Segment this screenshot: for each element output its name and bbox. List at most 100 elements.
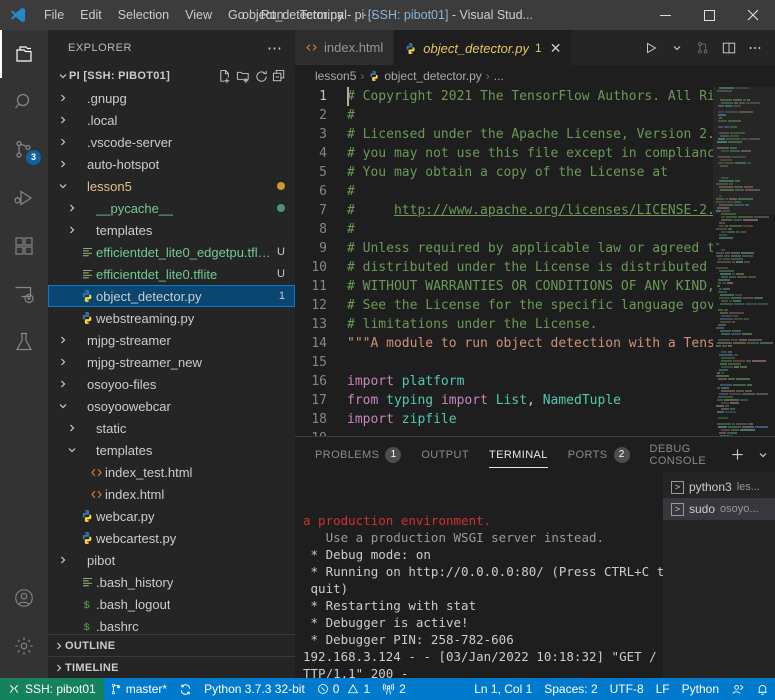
editor-minimap[interactable]	[713, 87, 775, 436]
close-icon[interactable]: ✕	[550, 40, 562, 57]
explorer-actions[interactable]	[218, 69, 295, 84]
code-lines-area[interactable]: 1 # Copyright 2021 The TensorFlow Authors…	[295, 87, 713, 436]
code-line[interactable]: 12 # See the License for the specific lan…	[295, 296, 713, 315]
menu-view[interactable]: View	[177, 0, 220, 30]
code-line[interactable]: 17 from typing import List, NamedTuple	[295, 391, 713, 410]
chevron-right-icon[interactable]	[65, 417, 78, 439]
code-line[interactable]: 2 #	[295, 106, 713, 125]
status-encoding[interactable]: UTF-8	[604, 678, 650, 700]
breadcrumb[interactable]: lesson5 › object_detector.py › ...	[295, 65, 775, 87]
tree-row[interactable]: webcar.py	[48, 505, 295, 527]
editor-tabs[interactable]: index.html object_detector.py 1 ✕	[295, 30, 775, 65]
new-folder-icon[interactable]	[236, 69, 251, 84]
activity-remote-explorer-icon[interactable]	[0, 270, 48, 318]
chevron-right-icon[interactable]	[56, 373, 69, 395]
terminal-output[interactable]: a production environment. Use a producti…	[295, 472, 663, 678]
chevron-down-icon[interactable]	[56, 175, 69, 197]
breadcrumb-item-file[interactable]: object_detector.py	[384, 69, 481, 83]
tree-row[interactable]: index_test.html	[48, 461, 295, 483]
code-line[interactable]: 5 # You may obtain a copy of the License …	[295, 163, 713, 182]
chevron-right-icon[interactable]	[56, 109, 69, 131]
tree-row[interactable]: static	[48, 417, 295, 439]
source-control-icon[interactable]	[691, 36, 715, 60]
chevron-right-icon[interactable]	[52, 635, 65, 657]
status-python-version[interactable]: Python 3.7.3 32-bit	[198, 678, 311, 700]
split-editor-icon[interactable]	[717, 36, 741, 60]
tree-row[interactable]: $ .bash_logout	[48, 593, 295, 615]
status-radio-tower[interactable]: 2	[376, 678, 412, 700]
status-notifications[interactable]	[750, 678, 775, 700]
panel-tabs[interactable]: PROBLEMS 1 OUTPUT TERMINAL PORTS 2 DEBUG	[295, 437, 775, 472]
code-line[interactable]: 1 # Copyright 2021 The TensorFlow Authors…	[295, 87, 713, 106]
code-line[interactable]: 9 # Unless required by applicable law or …	[295, 239, 713, 258]
tree-row[interactable]: pibot	[48, 549, 295, 571]
tree-row[interactable]: templates	[48, 439, 295, 461]
panel-actions[interactable]	[726, 444, 775, 466]
menu-overflow[interactable]: ⋯	[355, 0, 384, 30]
code-line[interactable]: 14 """A module to run object detection wi…	[295, 334, 713, 353]
chevron-down-icon[interactable]	[665, 36, 689, 60]
close-button[interactable]	[731, 0, 775, 30]
tree-row-selected[interactable]: object_detector.py 1	[48, 285, 295, 307]
new-terminal-icon[interactable]	[726, 444, 748, 466]
sidebar-section-outline[interactable]: OUTLINE	[48, 634, 295, 656]
tree-row[interactable]: .vscode-server	[48, 131, 295, 153]
breadcrumb-item-folder[interactable]: lesson5	[315, 69, 356, 83]
status-indentation[interactable]: Spaces: 2	[538, 678, 603, 700]
chevron-down-icon[interactable]	[65, 439, 78, 461]
status-eol[interactable]: LF	[650, 678, 676, 700]
code-lines[interactable]: 1 # Copyright 2021 The TensorFlow Authors…	[295, 87, 713, 436]
code-line[interactable]: 10 # distributed under the License is dis…	[295, 258, 713, 277]
code-line[interactable]: 13 # limitations under the License.	[295, 315, 713, 334]
activity-explorer-icon[interactable]	[0, 30, 48, 78]
tree-row[interactable]: .gnupg	[48, 87, 295, 109]
collapse-all-icon[interactable]	[272, 69, 287, 84]
tree-row[interactable]: mjpg-streamer_new	[48, 351, 295, 373]
tree-row[interactable]: osoyoo-files	[48, 373, 295, 395]
chevron-right-icon[interactable]	[65, 219, 78, 241]
run-python-file-icon[interactable]	[639, 36, 663, 60]
activity-run-debug-icon[interactable]	[0, 174, 48, 222]
activity-search-icon[interactable]	[0, 78, 48, 126]
activity-accounts-icon[interactable]	[0, 574, 48, 622]
terminal-item-sudo[interactable]: > sudo osoyo...	[663, 498, 775, 520]
menu-run[interactable]: Run	[253, 0, 292, 30]
code-line[interactable]: 11 # WITHOUT WARRANTIES OR CONDITIONS OF …	[295, 277, 713, 296]
tree-row[interactable]: auto-hotspot	[48, 153, 295, 175]
tree-row[interactable]: mjpg-streamer	[48, 329, 295, 351]
breadcrumb-item-symbol[interactable]: ...	[494, 69, 504, 83]
more-actions-icon[interactable]	[743, 36, 767, 60]
chevron-right-icon[interactable]	[56, 351, 69, 373]
file-tree[interactable]: PI [SSH: PIBOT01] .gnupg .local .vscode-…	[48, 65, 295, 634]
tree-row[interactable]: efficientdet_lite0_edgetpu.tflite U	[48, 241, 295, 263]
chevron-right-icon[interactable]	[56, 87, 69, 109]
menu-file[interactable]: File	[36, 0, 72, 30]
chevron-down-icon[interactable]	[56, 395, 69, 417]
menu-terminal[interactable]: Terminal	[292, 0, 355, 30]
tree-row[interactable]: webcartest.py	[48, 527, 295, 549]
chevron-right-icon[interactable]	[56, 549, 69, 571]
chevron-down-icon[interactable]	[56, 65, 69, 87]
tree-row[interactable]: osoyoowebcar	[48, 395, 295, 417]
terminal-instance-list[interactable]: > python3 les... > sudo osoyo...	[663, 472, 775, 678]
terminal-item-python3[interactable]: > python3 les...	[663, 476, 775, 498]
panel-tab-debug-console[interactable]: DEBUG CONSOLE	[650, 437, 707, 472]
tree-row[interactable]: $ .bashrc	[48, 615, 295, 634]
code-line[interactable]: 16 import platform	[295, 372, 713, 391]
status-cursor-position[interactable]: Ln 1, Col 1	[468, 678, 538, 700]
code-line[interactable]: 7 # http://www.apache.org/licenses/LICENS…	[295, 201, 713, 220]
status-sync[interactable]	[173, 678, 198, 700]
status-feedback[interactable]	[725, 678, 750, 700]
code-line[interactable]: 4 # you may not use this file except in c…	[295, 144, 713, 163]
tree-row[interactable]: .bash_history	[48, 571, 295, 593]
activity-extensions-icon[interactable]	[0, 222, 48, 270]
tree-row[interactable]: efficientdet_lite0.tflite U	[48, 263, 295, 285]
activity-testing-icon[interactable]	[0, 318, 48, 366]
sidebar-section-timeline[interactable]: TIMELINE	[48, 656, 295, 678]
explorer-more-icon[interactable]: ⋯	[267, 39, 283, 57]
status-branch[interactable]: master*	[104, 678, 173, 700]
tree-row[interactable]: webstreaming.py	[48, 307, 295, 329]
code-editor[interactable]: 1 # Copyright 2021 The TensorFlow Authors…	[295, 87, 775, 436]
tree-root-row[interactable]: PI [SSH: PIBOT01]	[48, 65, 295, 87]
chevron-right-icon[interactable]	[56, 153, 69, 175]
